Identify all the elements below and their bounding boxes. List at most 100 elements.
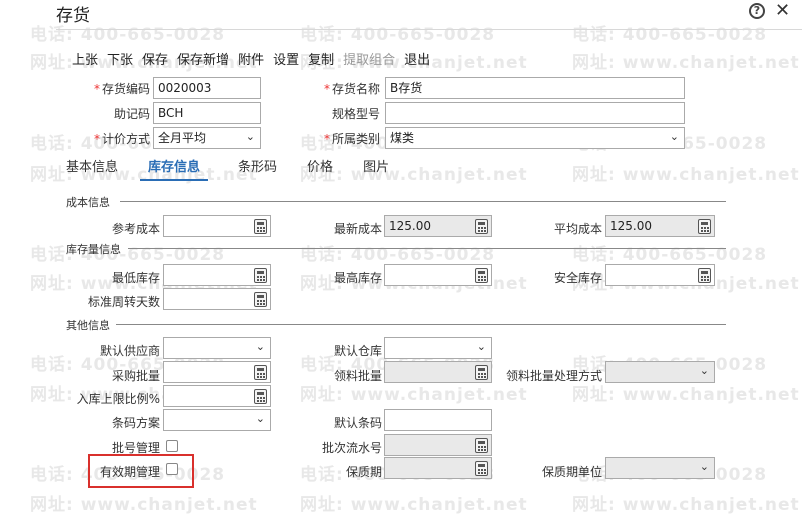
watermark-site: 网址: www.chanjet.net (300, 495, 528, 515)
batch-serial-label: 批次流水号 (321, 441, 382, 455)
pick-batch-method-select: ⌄ (605, 361, 715, 383)
pick-batch-method-label: 领料批量处理方式 (505, 369, 602, 383)
window-title: 存货 (56, 6, 90, 26)
pricing-method-label: * 计价方式 (93, 132, 150, 146)
chevron-down-icon: ⌄ (245, 130, 255, 143)
exit-button[interactable]: 退出 (404, 49, 430, 68)
pick-batch-label: 领料批量 (333, 369, 382, 383)
shelf-life-unit-label: 保质期单位 (541, 465, 602, 479)
watermark-site: 网址: www.chanjet.net (572, 495, 800, 515)
copy-button[interactable]: 复制 (308, 49, 334, 68)
next-button[interactable]: 下张 (107, 49, 133, 68)
other-section-divider (116, 324, 726, 325)
toolbar: 上张 下张 保存 保存新增 附件 设置 复制 提取组合 退出 (72, 49, 439, 68)
tab-basic-info[interactable]: 基本信息 (66, 156, 118, 181)
chevron-down-icon: ⌄ (669, 130, 679, 143)
latest-cost-label: 最新成本 (333, 222, 382, 236)
chevron-down-icon: ⌄ (699, 364, 709, 377)
watermark-phone: 电话: 400-665-0028 (572, 245, 768, 265)
help-icon[interactable]: ? (749, 3, 765, 19)
min-stock-input[interactable] (163, 264, 271, 286)
chevron-down-icon: ⌄ (255, 412, 265, 425)
avg-cost-input: 125.00 (605, 215, 715, 237)
watermark-site: 网址: www.chanjet.net (572, 53, 800, 73)
category-select[interactable]: 煤类 ⌄ (385, 127, 685, 149)
safety-stock-label: 安全库存 (553, 271, 602, 285)
calculator-icon[interactable] (254, 219, 267, 234)
pick-batch-input (384, 361, 492, 383)
batch-serial-input (384, 434, 492, 456)
turnover-days-input[interactable] (163, 288, 271, 310)
calculator-icon (698, 219, 711, 234)
stock-section-title: 库存量信息 (66, 243, 121, 256)
calculator-icon[interactable] (254, 292, 267, 307)
settings-button[interactable]: 设置 (273, 49, 299, 68)
tab-image[interactable]: 图片 (363, 156, 389, 181)
calculator-icon (475, 461, 488, 476)
barcode-scheme-label: 条码方案 (111, 416, 160, 430)
watermark-phone: 电话: 400-665-0028 (300, 25, 496, 45)
default-barcode-input[interactable] (384, 409, 492, 431)
latest-cost-input: 125.00 (384, 215, 492, 237)
tab-inventory-info[interactable]: 库存信息 (140, 156, 209, 181)
cost-section-divider (120, 201, 726, 202)
stock-section-divider (128, 248, 726, 249)
watermark-phone: 电话: 400-665-0028 (300, 245, 496, 265)
default-barcode-label: 默认条码 (333, 416, 382, 430)
watermark-phone: 电话: 400-665-0028 (572, 25, 768, 45)
barcode-scheme-select[interactable]: ⌄ (163, 409, 271, 431)
shelf-life-input (384, 457, 492, 479)
calculator-icon[interactable] (254, 365, 267, 380)
title-divider (56, 29, 802, 30)
turnover-days-label: 标准周转天数 (87, 295, 160, 309)
mnemonic-input[interactable]: BCH (153, 102, 261, 124)
min-stock-label: 最低库存 (111, 271, 160, 285)
name-input[interactable]: B存货 (385, 77, 685, 99)
watermark-site: 网址: www.chanjet.net (572, 165, 800, 185)
name-label: * 存货名称 (323, 82, 380, 96)
inbound-limit-ratio-label: 入库上限比例% (76, 392, 160, 406)
default-warehouse-select[interactable]: ⌄ (384, 337, 492, 359)
spec-input[interactable] (385, 102, 685, 124)
watermark-site: 网址: www.chanjet.net (30, 495, 258, 515)
max-stock-label: 最高库存 (333, 271, 382, 285)
attachment-button[interactable]: 附件 (238, 49, 264, 68)
shelf-life-unit-select: ⌄ (605, 457, 715, 479)
safety-stock-input[interactable] (605, 264, 715, 286)
chevron-down-icon: ⌄ (255, 340, 265, 353)
save-button[interactable]: 保存 (142, 49, 168, 68)
extract-combo-button[interactable]: 提取组合 (343, 49, 395, 68)
avg-cost-label: 平均成本 (553, 222, 602, 236)
purchase-batch-input[interactable] (163, 361, 271, 383)
max-stock-input[interactable] (384, 264, 492, 286)
calculator-icon[interactable] (698, 268, 711, 283)
calculator-icon[interactable] (254, 268, 267, 283)
default-warehouse-label: 默认仓库 (333, 344, 382, 358)
chevron-down-icon: ⌄ (699, 460, 709, 473)
inbound-limit-ratio-input[interactable] (163, 385, 271, 407)
calculator-icon[interactable] (254, 389, 267, 404)
mnemonic-label: 助记码 (113, 107, 150, 121)
chevron-down-icon: ⌄ (476, 340, 486, 353)
other-section-title: 其他信息 (66, 319, 110, 332)
tab-price[interactable]: 价格 (307, 156, 333, 181)
default-supplier-label: 默认供应商 (99, 344, 160, 358)
shelf-life-label: 保质期 (345, 465, 382, 479)
prev-button[interactable]: 上张 (72, 49, 98, 68)
save-and-new-button[interactable]: 保存新增 (177, 49, 229, 68)
batch-mgmt-checkbox[interactable] (166, 440, 178, 452)
tab-barcode[interactable]: 条形码 (238, 156, 277, 181)
purchase-batch-label: 采购批量 (111, 369, 160, 383)
default-supplier-select[interactable]: ⌄ (163, 337, 271, 359)
code-input[interactable]: 0020003 (153, 77, 261, 99)
spec-label: 规格型号 (331, 107, 380, 121)
category-label: * 所属类别 (323, 132, 380, 146)
cost-section-title: 成本信息 (66, 196, 110, 209)
pricing-method-select[interactable]: 全月平均 ⌄ (153, 127, 261, 149)
calculator-icon[interactable] (475, 268, 488, 283)
calculator-icon (475, 365, 488, 380)
highlight-box (88, 454, 194, 488)
close-icon[interactable]: ✕ (775, 0, 790, 21)
ref-cost-input[interactable] (163, 215, 271, 237)
calculator-icon (475, 438, 488, 453)
